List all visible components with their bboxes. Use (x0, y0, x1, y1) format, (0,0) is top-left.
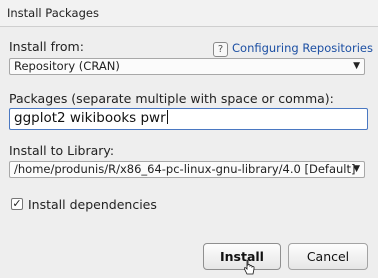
text-caret (166, 110, 168, 124)
dialog-titlebar: Install Packages (0, 0, 378, 27)
packages-input-value: ggplot2 wikibooks pwr (14, 110, 166, 126)
install-from-select[interactable]: Repository (CRAN) ▼ (9, 58, 365, 75)
question-icon[interactable]: ? (213, 42, 228, 57)
dropdown-arrow-icon: ▼ (353, 61, 360, 71)
install-from-value: Repository (CRAN) (14, 59, 120, 73)
packages-input[interactable]: ggplot2 wikibooks pwr (9, 108, 368, 130)
dialog-title: Install Packages (7, 6, 99, 20)
hand-cursor-icon (244, 260, 255, 275)
library-select[interactable]: /home/produnis/R/x86_64-pc-linux-gnu-lib… (9, 161, 365, 178)
install-dependencies-label[interactable]: Install dependencies (28, 197, 157, 212)
packages-label: Packages (separate multiple with space o… (9, 91, 334, 106)
configuring-repositories-link[interactable]: Configuring Repositories (232, 41, 373, 55)
install-dependencies-checkbox[interactable]: ✓ (11, 198, 23, 210)
install-from-label: Install from: (9, 39, 84, 54)
dropdown-arrow-icon: ▼ (353, 164, 360, 174)
library-label: Install to Library: (9, 143, 115, 158)
install-button[interactable]: Install (203, 243, 281, 270)
library-value: /home/produnis/R/x86_64-pc-linux-gnu-lib… (14, 162, 356, 176)
cancel-button[interactable]: Cancel (288, 243, 368, 270)
